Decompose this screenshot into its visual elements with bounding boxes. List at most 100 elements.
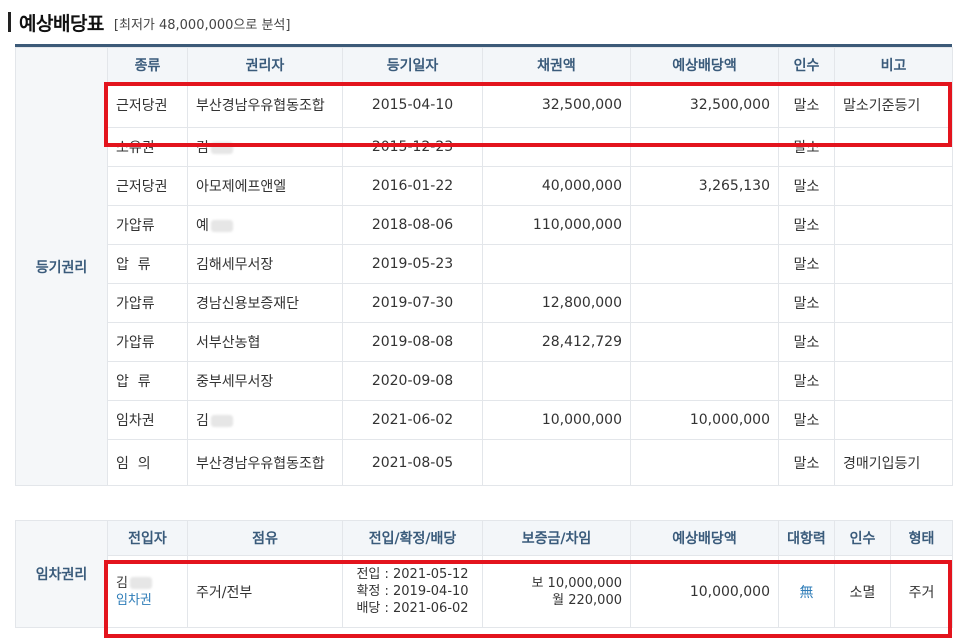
cell-status: 말소 xyxy=(778,361,835,401)
cell-status: 말소 xyxy=(778,244,835,284)
table-row: 임 의 부산경남우유협동조합 2021-08-05 말소 경매기입등기 xyxy=(16,439,953,486)
cell-date: 2016-01-22 xyxy=(342,166,483,206)
registry-table: 등기권리 종류 권리자 등기일자 채권액 예상배당액 인수 비고 근저당권 부산… xyxy=(15,47,953,486)
cell-note: 경매기입등기 xyxy=(834,439,953,486)
cell-status: 말소 xyxy=(778,322,835,362)
cell-claim: 12,800,000 xyxy=(482,283,631,323)
holder-name: 김 xyxy=(196,413,209,429)
cell-date: 2020-09-08 xyxy=(342,361,483,401)
redacted-mask xyxy=(210,415,233,427)
col-header-occupant: 전입자 xyxy=(107,520,188,556)
cell-holder: 예 xyxy=(187,205,343,245)
cell-dividend xyxy=(630,322,779,362)
registry-header-row: 등기권리 종류 권리자 등기일자 채권액 예상배당액 인수 비고 xyxy=(15,47,953,486)
cell-claim: 10,000,000 xyxy=(482,400,631,440)
cell-type: 임차권 xyxy=(107,400,188,440)
cell-note xyxy=(834,322,953,362)
col-header-note: 비고 xyxy=(834,47,953,83)
tenant-right-link[interactable]: 임차권 xyxy=(116,592,179,609)
cell-claim xyxy=(482,127,631,167)
cell-type: 가압류 xyxy=(107,205,188,245)
dividend-date: 배당 : 2021-06-02 xyxy=(356,601,469,616)
cell-dividend: 3,265,130 xyxy=(630,166,779,206)
redacted-mask xyxy=(129,577,152,589)
cell-type: 근저당권 xyxy=(107,166,188,206)
table-row: 소유권 김 2015-12-23 말소 xyxy=(16,127,953,167)
cell-claim xyxy=(482,361,631,401)
title-accent-bar xyxy=(8,12,11,32)
col-header-status: 인수 xyxy=(778,47,835,83)
page-header: 예상배당표 [최저가 48,000,000으로 분석] xyxy=(8,6,290,36)
cell-date: 2019-08-08 xyxy=(342,322,483,362)
cell-type: 가압류 xyxy=(107,322,188,362)
col-header-takeover: 인수 xyxy=(834,520,891,556)
holder-name: 예 xyxy=(196,218,209,234)
table-row: 임차권 김 2021-06-02 10,000,000 10,000,000 말… xyxy=(16,400,953,440)
cell-dividend xyxy=(630,361,779,401)
page-subtitle: [최저가 48,000,000으로 분석] xyxy=(113,18,291,33)
cell-opposing-power: 無 xyxy=(778,555,835,628)
cell-holder: 경남신용보증재단 xyxy=(187,283,343,323)
table-row: 가압류 경남신용보증재단 2019-07-30 12,800,000 말소 xyxy=(16,283,953,323)
col-header-move-in: 전입/확정/배당 xyxy=(342,520,483,556)
col-header-claim: 채권액 xyxy=(482,47,631,83)
registry-section-label: 등기권리 xyxy=(15,47,108,486)
table-row: 압 류 중부세무서장 2020-09-08 말소 xyxy=(16,361,953,401)
cell-occupancy: 주거/전부 xyxy=(187,555,343,628)
cell-takeover: 소멸 xyxy=(834,555,891,628)
cell-dividend xyxy=(630,127,779,167)
cell-note xyxy=(834,127,953,167)
cell-claim: 28,412,729 xyxy=(482,322,631,362)
col-header-deposit: 보증금/차임 xyxy=(482,520,631,556)
confirmed-date: 확정 : 2019-04-10 xyxy=(356,584,469,599)
cell-status: 말소 xyxy=(778,439,835,486)
cell-date: 2018-08-06 xyxy=(342,205,483,245)
col-header-date: 등기일자 xyxy=(342,47,483,83)
deposit-amount: 보 10,000,000 xyxy=(531,575,622,591)
cell-holder: 중부세무서장 xyxy=(187,361,343,401)
col-header-dividend: 예상배당액 xyxy=(630,47,779,83)
cell-note xyxy=(834,244,953,284)
cell-holder: 김 xyxy=(187,127,343,167)
tenant-table: 임차권리 전입자 점유 전입/확정/배당 보증금/차임 예상배당액 대항력 인수… xyxy=(15,520,953,628)
cell-holder: 아모제에프앤엘 xyxy=(187,166,343,206)
cell-claim xyxy=(482,244,631,284)
table-row: 압 류 김해세무서장 2019-05-23 말소 xyxy=(16,244,953,284)
move-in-date: 전입 : 2021-05-12 xyxy=(356,567,469,582)
cell-claim xyxy=(482,439,631,486)
cell-date: 2019-07-30 xyxy=(342,283,483,323)
col-header-occupancy: 점유 xyxy=(187,520,343,556)
cell-move-in: 전입 : 2021-05-12 확정 : 2019-04-10 배당 : 202… xyxy=(342,555,483,628)
table-row: 근저당권 아모제에프앤엘 2016-01-22 40,000,000 3,265… xyxy=(16,166,953,206)
cell-status: 말소 xyxy=(778,205,835,245)
tenant-name: 김 xyxy=(116,575,128,591)
cell-date: 2021-08-05 xyxy=(342,439,483,486)
cell-form: 주거 xyxy=(890,555,953,628)
col-header-opposing-power: 대항력 xyxy=(778,520,835,556)
cell-status: 말소 xyxy=(778,127,835,167)
cell-dividend: 10,000,000 xyxy=(630,400,779,440)
cell-dividend xyxy=(630,244,779,284)
tenant-section-label: 임차권리 xyxy=(15,520,108,628)
cell-type: 소유권 xyxy=(107,127,188,167)
table-row: 김 임차권 주거/전부 전입 : 2021-05-12 확정 : 2019-04… xyxy=(16,555,953,628)
cell-date: 2019-05-23 xyxy=(342,244,483,284)
cell-note xyxy=(834,283,953,323)
cell-note: 말소기준등기 xyxy=(834,82,953,128)
cell-dividend xyxy=(630,283,779,323)
cell-expected: 10,000,000 xyxy=(630,555,779,628)
cell-claim: 40,000,000 xyxy=(482,166,631,206)
page-title: 예상배당표 xyxy=(19,13,104,35)
cell-date: 2015-12-23 xyxy=(342,127,483,167)
cell-date: 2015-04-10 xyxy=(342,82,483,128)
cell-holder: 서부산농협 xyxy=(187,322,343,362)
cell-type: 압 류 xyxy=(107,244,188,284)
cell-holder: 김해세무서장 xyxy=(187,244,343,284)
cell-status: 말소 xyxy=(778,82,835,128)
holder-name: 김 xyxy=(196,140,209,156)
cell-claim: 110,000,000 xyxy=(482,205,631,245)
cell-status: 말소 xyxy=(778,166,835,206)
cell-status: 말소 xyxy=(778,283,835,323)
cell-holder: 부산경남우유협동조합 xyxy=(187,439,343,486)
cell-type: 가압류 xyxy=(107,283,188,323)
